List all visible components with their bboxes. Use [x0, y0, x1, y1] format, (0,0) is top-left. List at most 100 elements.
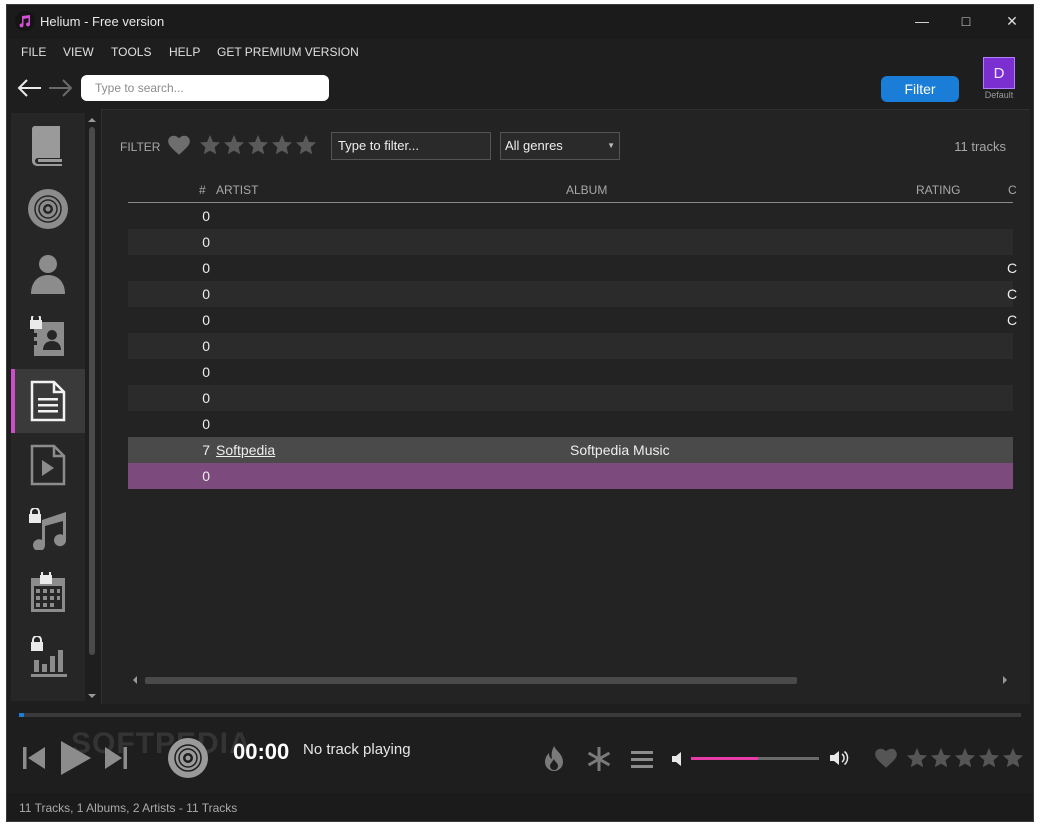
watermark: SOFTPEDIA	[71, 727, 252, 760]
rating-star-icon[interactable]	[905, 745, 929, 771]
sidebar-item-contacts[interactable]	[11, 305, 85, 369]
album-art-disc-icon[interactable]	[167, 737, 209, 779]
back-button[interactable]	[15, 75, 43, 106]
filter-star-icon[interactable]	[198, 132, 222, 158]
play-icon[interactable]	[57, 739, 93, 777]
sidebar-item-books[interactable]	[11, 113, 85, 177]
volume-high-icon[interactable]	[829, 749, 849, 767]
row-number: 0	[202, 260, 210, 276]
minimize-button[interactable]: —	[899, 5, 945, 37]
sidebar-item-music[interactable]	[11, 497, 85, 561]
column-header-number[interactable]: #	[199, 183, 206, 197]
table-row-playing[interactable]: 0	[128, 463, 1013, 489]
maximize-icon: □	[961, 13, 971, 29]
like-heart-icon[interactable]	[873, 745, 899, 771]
maximize-button[interactable]: □	[943, 5, 989, 37]
volume-slider-fill	[691, 757, 758, 760]
close-button[interactable]: ✕	[989, 5, 1033, 37]
row-number: 0	[202, 208, 210, 224]
menu-file[interactable]: FILE	[21, 45, 46, 59]
previous-track-icon[interactable]	[21, 743, 47, 773]
sidebar-item-calendar[interactable]	[11, 561, 85, 625]
column-header-c[interactable]: C	[1008, 183, 1017, 197]
sidebar-item-albums[interactable]	[11, 177, 85, 241]
table-row[interactable]: 0	[128, 411, 1013, 437]
volume-low-icon[interactable]	[671, 751, 685, 767]
seek-bar-fill	[19, 713, 24, 717]
sidebar-item-videos[interactable]	[11, 433, 85, 497]
rating-star-icon[interactable]	[977, 745, 1001, 771]
favorite-heart-icon[interactable]	[166, 132, 192, 158]
scroll-up-icon[interactable]	[86, 115, 98, 125]
genre-dropdown[interactable]: All genres ▼	[500, 132, 620, 160]
table-row[interactable]: 0C	[128, 255, 1017, 281]
table-row-selected[interactable]: 7 Softpedia Softpedia Music	[128, 437, 1013, 463]
chevron-down-icon: ▼	[607, 141, 615, 150]
menu-tools[interactable]: TOOLS	[111, 45, 151, 59]
locked-calendar-icon	[31, 572, 65, 612]
volume-slider[interactable]	[691, 757, 819, 760]
table-scroll-thumb[interactable]	[145, 677, 797, 684]
table-row[interactable]: 0	[128, 333, 1013, 359]
scroll-down-icon[interactable]	[86, 691, 98, 701]
rating-star-icon[interactable]	[1001, 745, 1025, 771]
filter-button[interactable]: Filter	[881, 76, 959, 102]
row-number: 0	[202, 416, 210, 432]
sidebar-item-playlists[interactable]	[11, 369, 85, 433]
locked-bar-chart-icon	[31, 636, 67, 677]
video-file-icon	[30, 444, 66, 486]
row-number: 0	[202, 390, 210, 406]
track-table-body: 0 0 0C 0C 0C 0 0 0 0 7 Softpedia Softpedia…	[128, 203, 1017, 489]
row-number: 0	[202, 234, 210, 250]
column-header-artist[interactable]: ARTIST	[216, 183, 258, 197]
sidebar-item-statistics[interactable]	[11, 625, 85, 689]
search-input[interactable]	[81, 75, 329, 101]
scroll-left-icon[interactable]	[130, 672, 140, 688]
seek-bar[interactable]	[19, 713, 1021, 717]
sidebar-item-artists[interactable]	[11, 241, 85, 305]
row-number: 0	[202, 468, 210, 484]
filter-star-icon[interactable]	[222, 132, 246, 158]
filter-star-icon[interactable]	[270, 132, 294, 158]
column-header-album[interactable]: ALBUM	[566, 183, 607, 197]
row-number: 0	[202, 312, 210, 328]
table-row[interactable]: 0	[128, 229, 1013, 255]
sidebar-scrollbar[interactable]	[86, 113, 98, 701]
disc-partial-icon	[28, 700, 68, 701]
playback-time: 00:00	[233, 739, 290, 764]
forward-button[interactable]	[47, 75, 75, 106]
filter-star-icon[interactable]	[246, 132, 270, 158]
scroll-right-icon[interactable]	[1000, 672, 1010, 688]
table-row[interactable]: 0C	[128, 307, 1017, 333]
app-window: Helium - Free version — □ ✕ FILE VIEW TO…	[6, 4, 1034, 822]
menu-view[interactable]: VIEW	[63, 45, 94, 59]
table-row[interactable]: 0	[128, 385, 1013, 411]
disc-icon	[28, 189, 68, 229]
column-header-rating[interactable]: RATING	[916, 183, 960, 197]
sidebar-scroll-thumb[interactable]	[89, 127, 95, 655]
menu-get-premium[interactable]: GET PREMIUM VERSION	[217, 45, 359, 59]
helium-logo-icon	[15, 11, 35, 31]
row-number: 0	[202, 364, 210, 380]
table-horizontal-scrollbar[interactable]	[128, 672, 1013, 688]
profile-avatar[interactable]: D	[983, 57, 1015, 89]
table-row[interactable]: 0C	[128, 281, 1017, 307]
status-text: 11 Tracks, 1 Albums, 2 Artists - 11 Trac…	[19, 801, 238, 815]
row-c: C	[1007, 286, 1018, 302]
flame-icon[interactable]	[541, 745, 567, 773]
book-icon	[31, 126, 62, 166]
row-number: 0	[202, 338, 210, 354]
rating-star-icon[interactable]	[953, 745, 977, 771]
sidebar-item-more[interactable]	[11, 689, 85, 701]
row-artist-link[interactable]: Softpedia	[216, 442, 275, 458]
table-row[interactable]: 0	[128, 359, 1013, 385]
menu-lines-icon[interactable]	[629, 747, 655, 771]
next-track-icon[interactable]	[103, 743, 129, 773]
table-row[interactable]: 0	[128, 203, 1013, 229]
asterisk-shuffle-icon[interactable]	[585, 745, 613, 773]
menu-help[interactable]: HELP	[169, 45, 200, 59]
rating-star-icon[interactable]	[929, 745, 953, 771]
filter-input[interactable]: Type to filter...	[331, 132, 491, 160]
person-icon	[31, 255, 65, 294]
filter-star-icon[interactable]	[294, 132, 318, 158]
